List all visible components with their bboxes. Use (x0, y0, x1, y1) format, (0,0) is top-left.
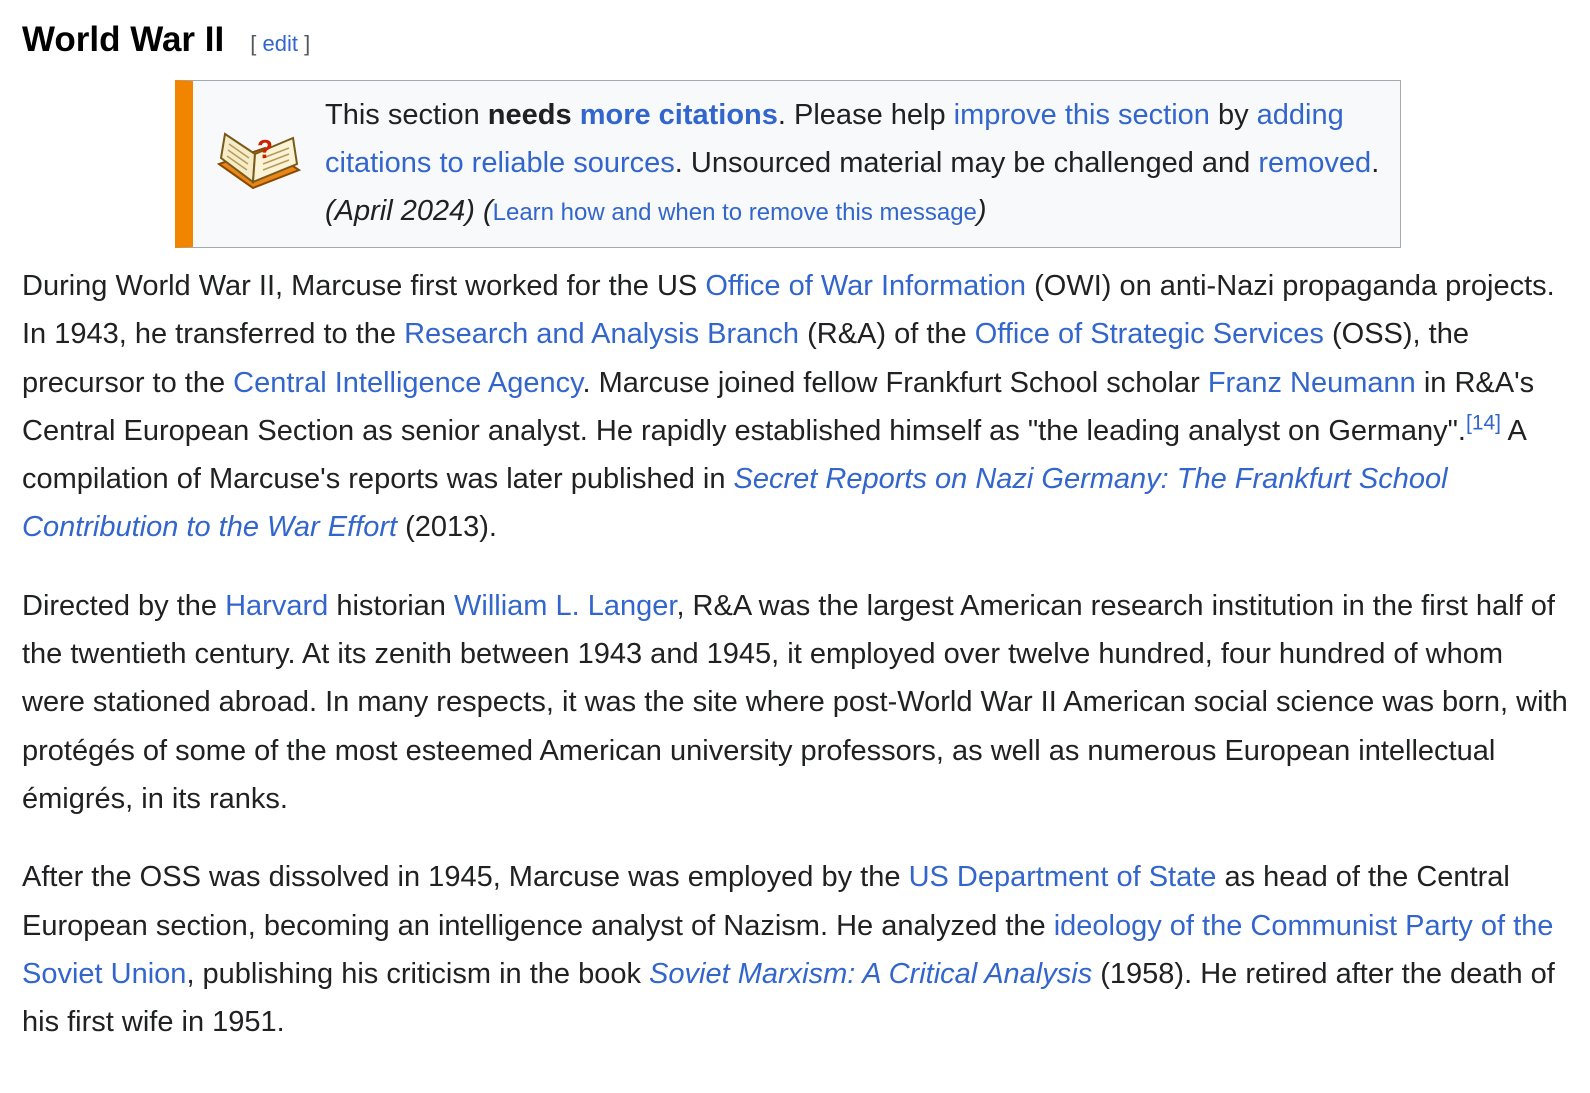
notice-text: This section needs more citations. Pleas… (325, 91, 1400, 237)
cia-link[interactable]: Central Intelligence Agency (233, 367, 582, 399)
p3-text-c: , publishing his criticism in the book (186, 957, 650, 990)
us-department-of-state-link[interactable]: US Department of State (909, 861, 1217, 893)
removed-link[interactable]: removed (1258, 147, 1371, 179)
p2-text-b: historian (328, 589, 454, 622)
franz-neumann-link[interactable]: Franz Neumann (1208, 367, 1416, 399)
notice-text-6: ( (474, 195, 493, 227)
paragraph-3: After the OSS was dissolved in 1945, Mar… (22, 853, 1568, 1046)
notice-text-5: . (1371, 147, 1380, 179)
p1-text-h: (2013). (397, 511, 497, 544)
notice-date: (April 2024) (325, 195, 475, 227)
oss-link[interactable]: Office of Strategic Services (975, 318, 1324, 350)
william-langer-link[interactable]: William L. Langer (454, 590, 676, 622)
p2-text-a: Directed by the (22, 589, 226, 622)
edit-bracket-close: ] (304, 31, 311, 56)
owi-link[interactable]: Office of War Information (705, 270, 1026, 302)
edit-link[interactable]: edit (262, 31, 297, 56)
paragraph-1: During World War II, Marcuse first worke… (22, 262, 1568, 552)
notice-needs: needs (487, 99, 572, 131)
notice-text-1: This section (325, 99, 488, 131)
question-book-icon: ? (193, 128, 325, 200)
citation-needed-notice: ? This section needs more citations. Ple… (175, 80, 1401, 248)
improve-section-link[interactable]: improve this section (954, 99, 1210, 131)
section-title: World War II (22, 20, 225, 59)
edit-bracket-open: [ (250, 31, 257, 56)
more-citations-link[interactable]: more citations (580, 99, 778, 131)
harvard-link[interactable]: Harvard (225, 590, 328, 622)
notice-text-4: . Unsourced material may be challenged a… (674, 147, 1259, 179)
p3-text-a: After the OSS was dissolved in 1945, Mar… (22, 861, 909, 894)
article-section: World War II [ edit ] ? This section nee… (0, 0, 1590, 1046)
notice-text-2: . Please help (777, 99, 954, 131)
reference-14-link[interactable]: [14] (1466, 411, 1501, 434)
research-analysis-branch-link[interactable]: Research and Analysis Branch (404, 318, 799, 350)
section-heading-row: World War II [ edit ] (22, 0, 1568, 62)
paragraph-2: Directed by the Harvard historian Willia… (22, 582, 1568, 823)
p2-text-c: , R&A was the largest American research … (22, 589, 1568, 815)
p1-text-a: During World War II, Marcuse first worke… (22, 270, 706, 302)
learn-remove-message-link[interactable]: Learn how and when to remove this messag… (493, 199, 977, 226)
notice-text-7: ) (976, 195, 987, 227)
svg-text:?: ? (257, 134, 273, 164)
p1-text-c: (R&A) of the (799, 318, 975, 351)
edit-section: [ edit ] (250, 31, 310, 57)
notice-text-3: by (1209, 99, 1257, 131)
soviet-marxism-book-link[interactable]: Soviet Marxism: A Critical Analysis (649, 958, 1092, 990)
p1-text-e: . Marcuse joined fellow Frankfurt School… (582, 366, 1208, 399)
